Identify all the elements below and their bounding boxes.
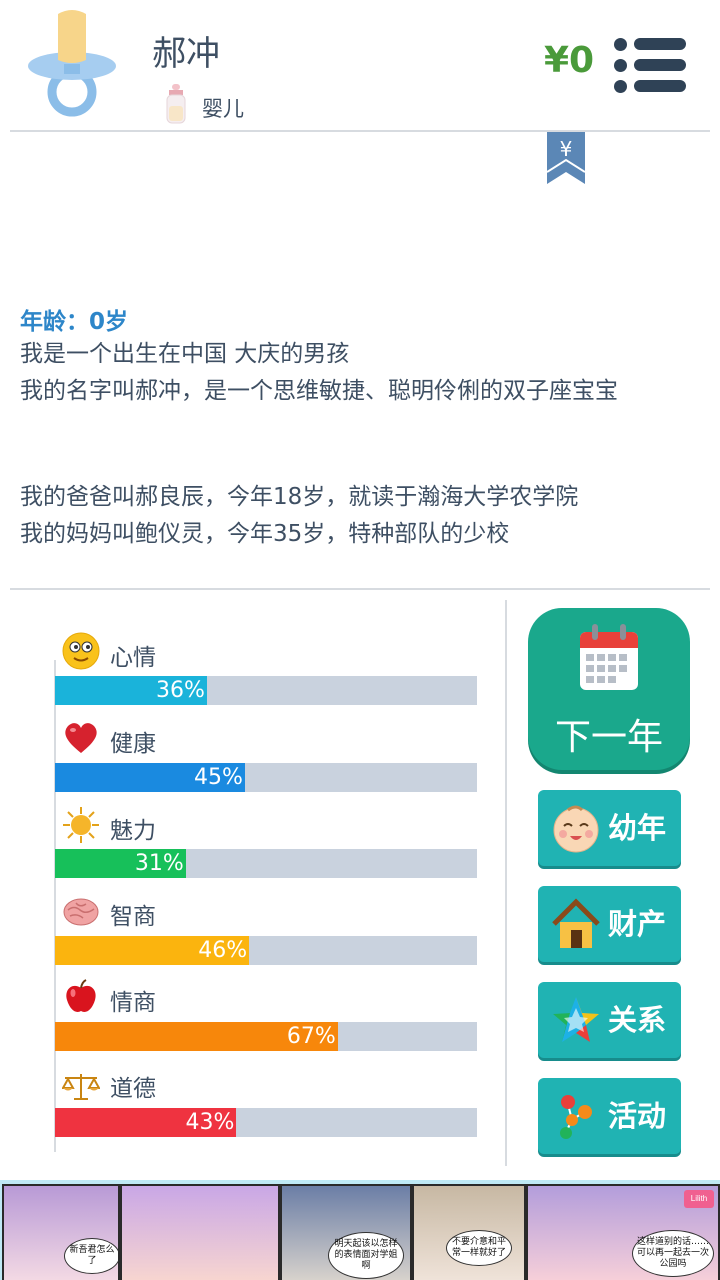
- svg-text:¥: ¥: [560, 137, 573, 161]
- stat-fill: 36%: [55, 676, 207, 705]
- relations-button[interactable]: 关系: [538, 982, 681, 1058]
- smiley-icon: [62, 632, 100, 670]
- stats-axis-line: [54, 660, 56, 1152]
- life-stage-label: 婴儿: [202, 97, 244, 121]
- stat-bar-iq: 46%: [55, 936, 477, 965]
- stat-bar-charm: 31%: [55, 849, 477, 878]
- story-line: 我的妈妈叫鲍仪灵，今年35岁，特种部队的少校: [20, 521, 510, 547]
- activities-button[interactable]: 活动: [538, 1078, 681, 1154]
- header-divider: [10, 130, 710, 132]
- story-line: 我的爸爸叫郝良辰，今年18岁，就读于瀚海大学农学院: [20, 484, 579, 510]
- ad-panel: 不要介意和平常一样就好了: [412, 1184, 526, 1280]
- stat-label-charm: 魅力: [110, 818, 156, 844]
- ad-panel: 明天起该以怎样的表情面对学姐啊: [280, 1184, 412, 1280]
- character-name: 郝冲: [152, 34, 220, 74]
- heart-icon: [65, 723, 97, 753]
- money-ribbon-icon[interactable]: ¥: [547, 132, 585, 184]
- stat-fill: 46%: [55, 936, 250, 965]
- stat-label-eq: 情商: [110, 990, 156, 1016]
- next-year-label: 下一年: [554, 717, 663, 758]
- stat-fill: 31%: [55, 849, 186, 878]
- calendar-icon: [580, 624, 638, 690]
- activity-dots-icon: [560, 1095, 592, 1139]
- relations-label: 关系: [608, 1003, 667, 1037]
- ad-bubble: 明天起该以怎样的表情面对学姐啊: [328, 1232, 404, 1279]
- story-divider: [10, 588, 710, 590]
- stat-fill: 43%: [55, 1108, 237, 1137]
- property-label: 财产: [608, 907, 667, 941]
- ad-panel: [120, 1184, 280, 1280]
- stat-bar-mood: 36%: [55, 676, 477, 705]
- pacifier-icon: [28, 10, 116, 117]
- age-label: 年龄：0岁: [20, 309, 129, 335]
- ad-bubble: 这样道别的话……可以再一起去一次公园吗: [632, 1230, 714, 1277]
- stat-label-mood: 心情: [110, 645, 156, 671]
- stat-percent: 36%: [156, 678, 205, 703]
- stat-percent: 67%: [286, 1024, 336, 1049]
- childhood-button[interactable]: 幼年: [538, 790, 681, 866]
- ad-panel: Lilith 这样道别的话……可以再一起去一次公园吗: [526, 1184, 720, 1280]
- stat-percent: 45%: [193, 765, 243, 790]
- sun-icon: [63, 807, 99, 843]
- money-balance: ¥0: [544, 40, 595, 81]
- stat-fill: 45%: [55, 763, 245, 792]
- stat-bar-health: 45%: [55, 763, 477, 792]
- stat-bar-eq: 67%: [55, 1022, 477, 1051]
- ad-logo: Lilith: [684, 1190, 714, 1208]
- stat-percent: 46%: [198, 938, 248, 963]
- property-button[interactable]: 财产: [538, 886, 681, 962]
- menu-icon[interactable]: [612, 38, 686, 93]
- stat-label-morality: 道德: [110, 1076, 156, 1102]
- apple-icon: [66, 979, 96, 1012]
- ad-bubble: 不要介意和平常一样就好了: [446, 1230, 512, 1266]
- baby-bottle-icon: [166, 84, 186, 124]
- stat-bar-morality: 43%: [55, 1108, 477, 1137]
- stat-percent: 43%: [185, 1110, 235, 1135]
- ad-bubble: 新吾君怎么了: [64, 1238, 118, 1274]
- panel-separator: [505, 600, 507, 1166]
- stat-percent: 31%: [134, 851, 184, 876]
- house-icon: [552, 898, 600, 948]
- baby-face-icon: [553, 805, 599, 853]
- stat-fill: 67%: [55, 1022, 338, 1051]
- activities-label: 活动: [608, 1099, 667, 1133]
- stat-label-health: 健康: [110, 731, 156, 757]
- ad-panel: 新吾君怎么了: [2, 1184, 120, 1280]
- story-line: 我的名字叫郝冲，是一个思维敏捷、聪明伶俐的双子座宝宝: [20, 378, 618, 404]
- next-year-button[interactable]: 下一年: [528, 608, 690, 770]
- scale-icon: [62, 1074, 100, 1100]
- childhood-label: 幼年: [608, 811, 667, 845]
- profile-header: 郝冲 婴儿 ¥0: [0, 0, 720, 130]
- story-line: 我是一个出生在中国 大庆的男孩: [20, 341, 350, 367]
- ad-banner[interactable]: 新吾君怎么了 明天起该以怎样的表情面对学姐啊 不要介意和平常一样就好了 Lili…: [0, 1180, 720, 1280]
- brain-icon: [63, 898, 99, 926]
- stat-label-iq: 智商: [110, 904, 156, 930]
- star-icon: [553, 997, 599, 1042]
